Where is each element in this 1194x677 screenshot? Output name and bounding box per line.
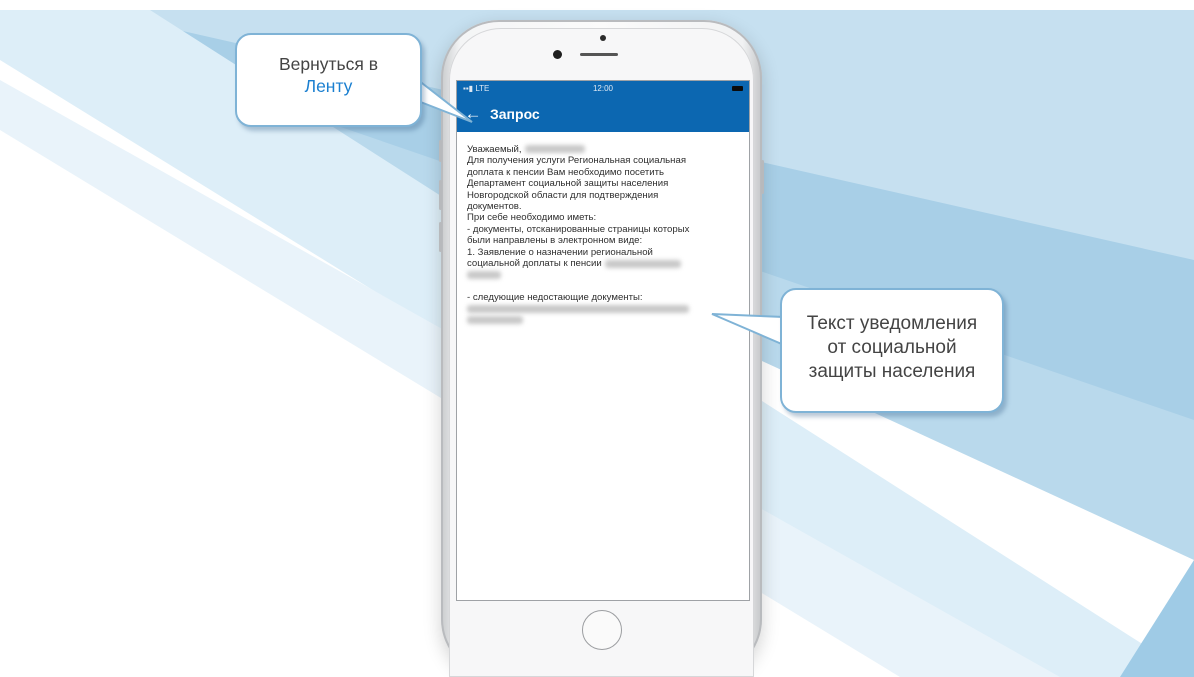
text-line: социальной доплаты к пенсии [467, 258, 743, 269]
text-line: - документы, отсканированные страницы ко… [467, 223, 690, 235]
redacted-line [467, 269, 743, 280]
callout-text: защиты населения [808, 361, 976, 382]
text-line: Департамент социальной защиты населения [467, 178, 669, 190]
app-bar: ← Запрос [457, 97, 749, 132]
redacted-text [467, 304, 689, 313]
notice-callout: Текст уведомления от социальной защиты н… [780, 288, 1004, 413]
status-time: 12:00 [592, 84, 614, 93]
callout-text: Текст уведомления [806, 313, 978, 334]
redacted-text [467, 270, 501, 279]
sensor-dot [600, 35, 606, 41]
volume-button [439, 140, 442, 162]
notification-text: Уважаемый, Для получения услуги Регионал… [467, 144, 743, 326]
volume-button [439, 222, 442, 252]
home-button[interactable] [582, 610, 622, 650]
earpiece-speaker [580, 53, 618, 56]
battery-icon [732, 86, 743, 91]
redacted-line [467, 315, 743, 326]
redacted-date [604, 259, 681, 268]
callout-link-text: Ленту [304, 76, 353, 96]
text-line: доплата к пенсии Вам необходимо посетить [467, 166, 665, 178]
redacted-line [467, 303, 743, 314]
callout-text: Вернуться в [278, 54, 379, 74]
redacted-text [467, 316, 523, 325]
text-line: социальной доплаты к пенсии [467, 258, 602, 270]
text-line: документов. [467, 201, 522, 213]
text-line: 1. Заявление о назначении региональной [467, 246, 653, 258]
volume-button [439, 180, 442, 210]
power-button [761, 160, 764, 194]
text-line: Уважаемый, [467, 144, 522, 155]
page-title: Запрос [490, 106, 540, 122]
callout-text: от социальной [827, 337, 957, 358]
text-line: Новгородской области для подтверждения [467, 189, 659, 201]
text-line: были направлены в электронном виде: [467, 235, 643, 247]
status-bar: ▪▪▮ LTE 12:00 [457, 81, 749, 97]
redacted-name [524, 145, 585, 154]
text-line: При себе необходимо иметь: [467, 212, 597, 224]
arrow-left-icon[interactable]: ← [463, 104, 483, 124]
back-callout: Вернуться в Ленту [235, 33, 422, 127]
text-line: Для получения услуги Региональная социал… [467, 155, 687, 167]
greeting-line: Уважаемый, [467, 144, 743, 155]
phone-screen: ▪▪▮ LTE 12:00 ← Запрос Уважаемый, Для по… [456, 80, 750, 601]
front-camera [553, 50, 562, 59]
text-line: - следующие недостающие документы: [467, 291, 643, 303]
